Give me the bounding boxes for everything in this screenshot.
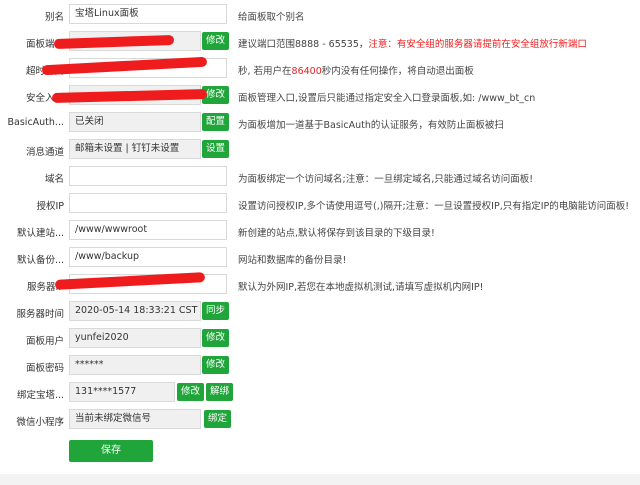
basicauth-input[interactable]: 已关闭 (69, 112, 201, 132)
user-modify-button[interactable]: 修改 (202, 329, 230, 347)
row-notify: 消息通道 邮箱未设置 | 钉钉未设置 设置 (0, 139, 640, 161)
bind-unbind-button[interactable]: 解绑 (206, 383, 234, 401)
siteroot-input[interactable]: /www/wwwroot (69, 220, 227, 240)
row-authip: 授权IP 设置访问授权IP,多个请使用逗号(,)隔开;注意：一旦设置授权IP,只… (0, 193, 640, 215)
row-alias: 别名 宝塔Linux面板 给面板取个别名 (0, 4, 640, 26)
timeout-desc: 秒, 若用户在86400秒内没有任何操作，将自动退出面板 (238, 63, 474, 77)
user-input[interactable]: yunfei2020 (69, 328, 201, 348)
notify-input[interactable]: 邮箱未设置 | 钉钉未设置 (69, 139, 201, 159)
row-siteroot: 默认建站... /www/wwwroot 新创建的站点,默认将保存到该目录的下级… (0, 220, 640, 242)
alias-desc: 给面板取个别名 (238, 12, 305, 23)
alias-input[interactable]: 宝塔Linux面板 (69, 4, 227, 24)
row-basicauth: BasicAuth... 已关闭 配置 为面板增加一道基于BasicAuth的认… (0, 112, 640, 134)
row-port: 面板端口 修改 建议端口范围8888 - 65535，注意：有安全组的服务器请提… (0, 31, 640, 53)
basicauth-desc: 为面板增加一道基于BasicAuth的认证服务，有效防止面板被扫 (238, 120, 504, 131)
domain-label: 域名 (44, 174, 64, 185)
password-input[interactable]: ****** (69, 355, 201, 375)
authip-label: 授权IP (36, 201, 64, 212)
authip-desc: 设置访问授权IP,多个请使用逗号(,)隔开;注意：一旦设置授权IP,只有指定IP… (238, 201, 630, 212)
password-modify-button[interactable]: 修改 (202, 356, 230, 374)
serverip-desc: 默认为外网IP,若您在本地虚拟机测试,请填写虚拟机内网IP! (238, 282, 484, 293)
row-serverip: 服务器IP 默认为外网IP,若您在本地虚拟机测试,请填写虚拟机内网IP! (0, 272, 640, 296)
bind-modify-button[interactable]: 修改 (177, 383, 205, 401)
timeout-desc-prefix: 秒, 若用户在 (238, 66, 292, 77)
user-label: 面板用户 (25, 336, 64, 347)
port-desc: 建议端口范围8888 - 65535，注意：有安全组的服务器请提前在安全组放行新… (238, 36, 587, 50)
backup-desc: 网站和数据库的备份目录! (238, 255, 347, 266)
port-modify-button[interactable]: 修改 (202, 32, 230, 50)
row-user: 面板用户 yunfei2020 修改 (0, 328, 640, 350)
basicauth-config-button[interactable]: 配置 (202, 113, 230, 131)
port-desc-warning: 注意：有安全组的服务器请提前在安全组放行新端口 (368, 39, 587, 50)
password-label: 面板密码 (25, 363, 64, 374)
siteroot-label: 默认建站... (16, 228, 64, 239)
entry-desc: 面板管理入口,设置后只能通过指定安全入口登录面板,如: /www_bt_cn (238, 93, 536, 104)
alias-label: 别名 (44, 12, 64, 23)
backup-label: 默认备份... (16, 255, 64, 266)
siteroot-desc: 新创建的站点,默认将保存到该目录的下级目录! (238, 228, 435, 239)
wechat-bind-button[interactable]: 绑定 (204, 410, 232, 428)
row-password: 面板密码 ****** 修改 (0, 355, 640, 377)
servertime-label: 服务器时间 (16, 309, 64, 320)
row-wechat: 微信小程序 当前未绑定微信号 绑定 (0, 409, 640, 431)
servertime-sync-button[interactable]: 同步 (202, 302, 230, 320)
domain-input[interactable] (69, 166, 227, 186)
port-desc-text: 建议端口范围8888 - 65535， (238, 39, 369, 50)
row-bind: 绑定宝塔... 131****1577 修改 解绑 (0, 382, 640, 404)
servertime-input[interactable]: 2020-05-14 18:33:21 CST +0 (69, 301, 201, 321)
timeout-desc-suffix: 秒内没有任何操作，将自动退出面板 (321, 66, 474, 77)
domain-desc: 为面板绑定一个访问域名;注意：一旦绑定域名,只能通过域名访问面板! (238, 174, 534, 185)
authip-input[interactable] (69, 193, 227, 213)
wechat-label: 微信小程序 (16, 417, 64, 428)
page-footer-strip (0, 474, 640, 485)
row-servertime: 服务器时间 2020-05-14 18:33:21 CST +0 同步 (0, 301, 640, 323)
notify-label: 消息通道 (25, 147, 64, 158)
backup-input[interactable]: /www/backup (69, 247, 227, 267)
row-domain: 域名 为面板绑定一个访问域名;注意：一旦绑定域名,只能通过域名访问面板! (0, 166, 640, 188)
row-timeout: 超时时间 秒, 若用户在86400秒内没有任何操作，将自动退出面板 (0, 56, 640, 80)
timeout-desc-seconds: 86400 (291, 66, 322, 77)
row-backup: 默认备份... /www/backup 网站和数据库的备份目录! (0, 247, 640, 269)
row-entry: 安全入口 修改 面板管理入口,设置后只能通过指定安全入口登录面板,如: /www… (0, 85, 640, 107)
notify-setup-button[interactable]: 设置 (202, 140, 230, 158)
basicauth-label: BasicAuth... (7, 117, 64, 128)
wechat-input[interactable]: 当前未绑定微信号 (69, 409, 201, 429)
save-button[interactable]: 保存 (69, 440, 153, 462)
bind-input[interactable]: 131****1577 (69, 382, 175, 402)
bind-label: 绑定宝塔... (16, 390, 64, 401)
